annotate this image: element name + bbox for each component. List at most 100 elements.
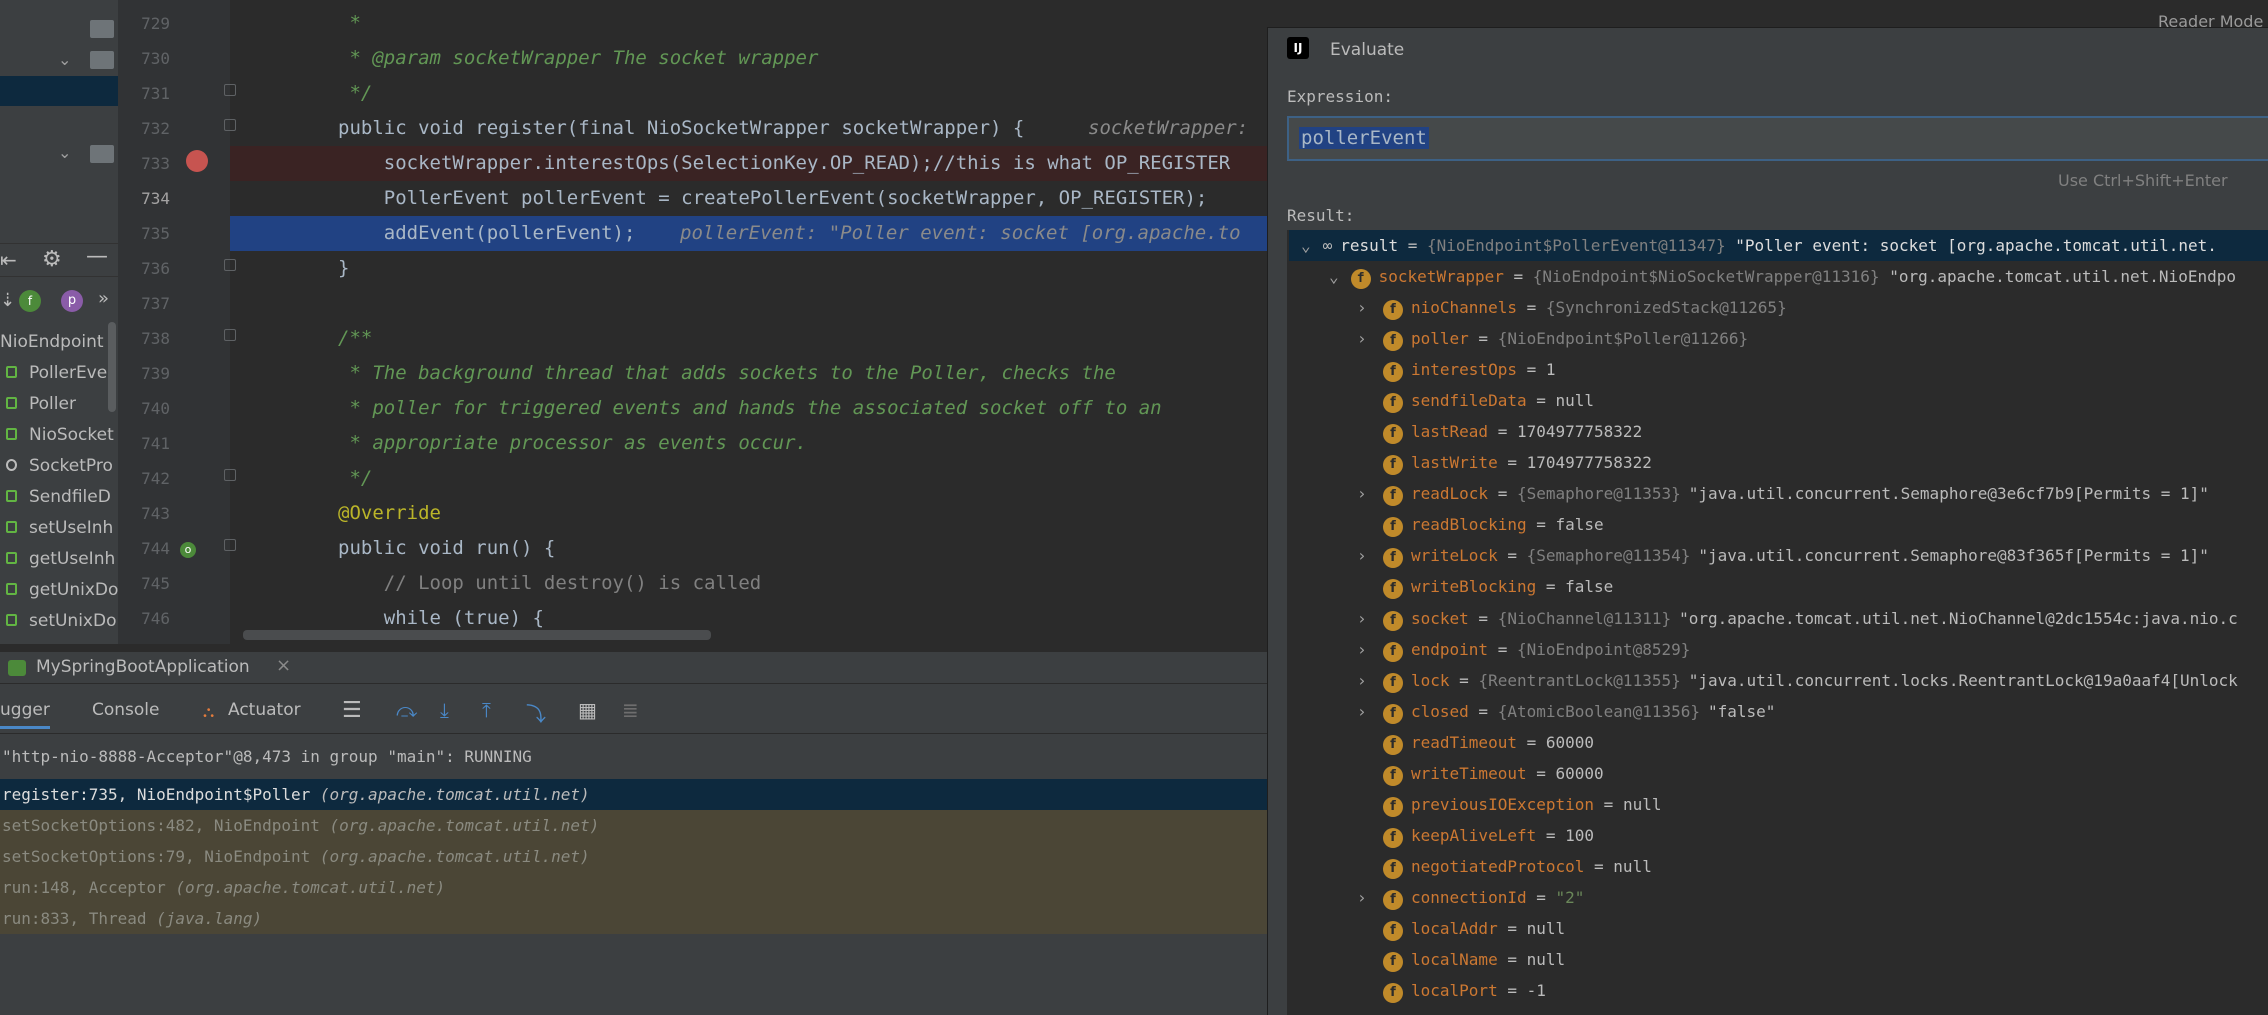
tab-console[interactable]: Console	[92, 700, 160, 720]
tree-node-field[interactable]: f writeTimeout = 60000	[1357, 758, 1604, 789]
chevron-down-icon[interactable]: ⌄	[1329, 267, 1339, 286]
step-over-icon[interactable]: ⤼	[396, 698, 417, 722]
fold-marker-icon[interactable]	[224, 329, 236, 341]
override-icon[interactable]: o	[180, 542, 196, 558]
chevron-right-icon[interactable]: ›	[1357, 292, 1383, 323]
step-into-icon[interactable]: ⤓	[440, 698, 449, 722]
tree-node-field[interactable]: f readBlocking = false	[1357, 509, 1604, 540]
selected-tree-row[interactable]	[0, 76, 118, 106]
chevron-right-icon[interactable]: ›	[1357, 634, 1383, 665]
frame-row[interactable]: run:833, Thread (java.lang)	[0, 903, 1268, 934]
line-number: 744	[141, 539, 170, 558]
trace-icon[interactable]: ≣	[622, 698, 639, 722]
minimize-icon[interactable]: —	[86, 244, 108, 269]
field-ref: {SynchronizedStack@11265}	[1545, 298, 1787, 317]
chevron-down-icon[interactable]: ⌄	[58, 50, 71, 69]
tree-node-field[interactable]: › f poller = {NioEndpoint$Poller@11266}	[1357, 323, 1756, 354]
tree-node-field[interactable]: f readTimeout = 60000	[1357, 727, 1594, 758]
chevron-right-icon[interactable]: ›	[1357, 696, 1383, 727]
gear-icon[interactable]: ⚙	[42, 247, 62, 272]
tree-node-field[interactable]: › f writeLock = {Semaphore@11354} "java.uti…	[1357, 540, 2209, 571]
evaluate-expression-icon[interactable]: ▦	[578, 698, 597, 722]
step-out-icon[interactable]: ⤒	[482, 698, 491, 722]
chevron-down-icon[interactable]: ⌄	[58, 143, 71, 162]
line-number: 736	[141, 259, 170, 278]
tree-node-field[interactable]: › f closed = {AtomicBoolean@11356} "false"	[1357, 696, 1775, 727]
tree-node-field[interactable]: › f readLock = {Semaphore@11353} "java.util…	[1357, 478, 2209, 509]
breakpoint-icon[interactable]	[186, 150, 208, 172]
more-icon[interactable]: »	[98, 288, 109, 309]
editor-hscrollbar[interactable]	[243, 630, 711, 640]
tree-node-field[interactable]: f interestOps = 1	[1357, 354, 1556, 385]
structure-item[interactable]: setUseInh	[0, 514, 118, 544]
tree-node-field[interactable]: f writeBlocking = false	[1357, 571, 1613, 602]
chevron-right-icon[interactable]: ›	[1357, 603, 1383, 634]
tree-node-field[interactable]: f lastWrite = 1704977758322	[1357, 447, 1652, 478]
fold-marker-icon[interactable]	[224, 539, 236, 551]
field-icon: f	[1383, 889, 1403, 910]
fold-marker-icon[interactable]	[224, 119, 236, 131]
structure-item[interactable]: getUseInh	[0, 545, 118, 575]
field-icon: f	[1383, 921, 1403, 941]
chevron-right-icon[interactable]: ›	[1357, 882, 1383, 913]
frame-row[interactable]: register:735, NioEndpoint$Poller (org.ap…	[0, 779, 1268, 810]
frame-row[interactable]: setSocketOptions:482, NioEndpoint (org.a…	[0, 810, 1268, 841]
chevron-right-icon[interactable]: ›	[1357, 665, 1383, 696]
thread-selector[interactable]: "http-nio-8888-Acceptor"@8,473 in group …	[0, 735, 1268, 779]
run-to-cursor-icon[interactable]: ⤵	[526, 698, 546, 727]
close-icon[interactable]: ×	[276, 655, 291, 676]
tree-node-field[interactable]: f sendfileData = null	[1357, 385, 1594, 416]
structure-item[interactable]: SendfileD	[0, 483, 118, 513]
tree-node-field[interactable]: › f lock = {ReentrantLock@11355} "java.util…	[1357, 665, 2238, 696]
field-ref: {NioEndpoint@8529}	[1516, 639, 1691, 659]
fold-marker-icon[interactable]	[224, 84, 236, 96]
inherited-filter-icon[interactable]: f	[19, 290, 41, 312]
fold-marker-icon[interactable]	[224, 259, 236, 271]
frame-row[interactable]: run:148, Acceptor (org.apache.tomcat.uti…	[0, 872, 1268, 903]
tree-node-field[interactable]: f localPort = -1	[1357, 975, 1546, 1006]
tree-node-field[interactable]: f previousIOException = null	[1357, 789, 1661, 820]
structure-item[interactable]: SocketPro	[0, 452, 118, 482]
field-name: localPort	[1411, 981, 1498, 1001]
tree-node-socket-wrapper[interactable]: ⌄ f socketWrapper = {NioEndpoint$NioSocket…	[1329, 261, 2236, 292]
structure-item[interactable]: setUnixDo	[0, 607, 118, 637]
properties-filter-icon[interactable]: p	[61, 290, 83, 312]
field-icon: f	[1383, 579, 1403, 600]
tree-node-field[interactable]: › f socket = {NioChannel@11311} "org.apache…	[1357, 603, 2238, 634]
class-icon	[6, 397, 17, 409]
sort-icon[interactable]: ⇣	[0, 290, 15, 311]
tree-node-field[interactable]: f lastRead = 1704977758322	[1357, 416, 1642, 447]
frame-row[interactable]: setSocketOptions:79, NioEndpoint (org.ap…	[0, 841, 1268, 872]
field-value: 60000	[1545, 732, 1595, 752]
tree-node-field[interactable]: f localAddr = null	[1357, 913, 1565, 944]
chevron-right-icon[interactable]: ›	[1357, 478, 1383, 509]
field-name: connectionId	[1411, 887, 1527, 907]
collapse-icon[interactable]: ⇤	[0, 248, 17, 272]
line-number: 745	[141, 574, 170, 593]
field-value: "java.util.concurrent.locks.ReentrantLoc…	[1688, 670, 2238, 690]
tree-node-field[interactable]: f keepAliveLeft = 100	[1357, 820, 1594, 851]
tree-node-field[interactable]: › f nioChannels = {SynchronizedStack@11265…	[1357, 292, 1795, 323]
fold-marker-icon[interactable]	[224, 469, 236, 481]
tree-node-field[interactable]: f negotiatedProtocol = null	[1357, 851, 1652, 882]
chevron-right-icon[interactable]: ›	[1357, 540, 1383, 571]
structure-item[interactable]: Poller	[0, 390, 118, 420]
expression-text: pollerEvent	[1299, 127, 1429, 149]
structure-item[interactable]: NioSocket	[0, 421, 118, 451]
chevron-right-icon[interactable]: ›	[1357, 323, 1383, 354]
tree-node-result[interactable]: ⌄ ∞ result = {NioEndpoint$PollerEvent@1134…	[1301, 230, 2217, 261]
menu-icon[interactable]: ☰	[342, 698, 362, 723]
tree-node-field[interactable]: › f connectionId = "2"	[1357, 882, 1584, 913]
structure-item[interactable]: getUnixDo	[0, 576, 118, 606]
tree-node-field[interactable]: › f endpoint = {NioEndpoint@8529}	[1357, 634, 1698, 665]
structure-scrollbar[interactable]	[108, 322, 116, 412]
tree-node-field[interactable]: f localName = null	[1357, 944, 1565, 975]
tab-debugger[interactable]: ugger	[0, 700, 50, 729]
tab-actuator[interactable]: Actuator	[228, 700, 301, 720]
structure-item[interactable]: NioEndpoint	[0, 328, 118, 358]
structure-item[interactable]: PollerEve	[0, 359, 118, 389]
expression-input[interactable]: pollerEvent	[1287, 116, 2268, 161]
field-icon: f	[1383, 424, 1403, 445]
chevron-down-icon[interactable]: ⌄	[1301, 236, 1311, 255]
run-config-tab[interactable]: MySpringBootApplication	[36, 657, 250, 677]
